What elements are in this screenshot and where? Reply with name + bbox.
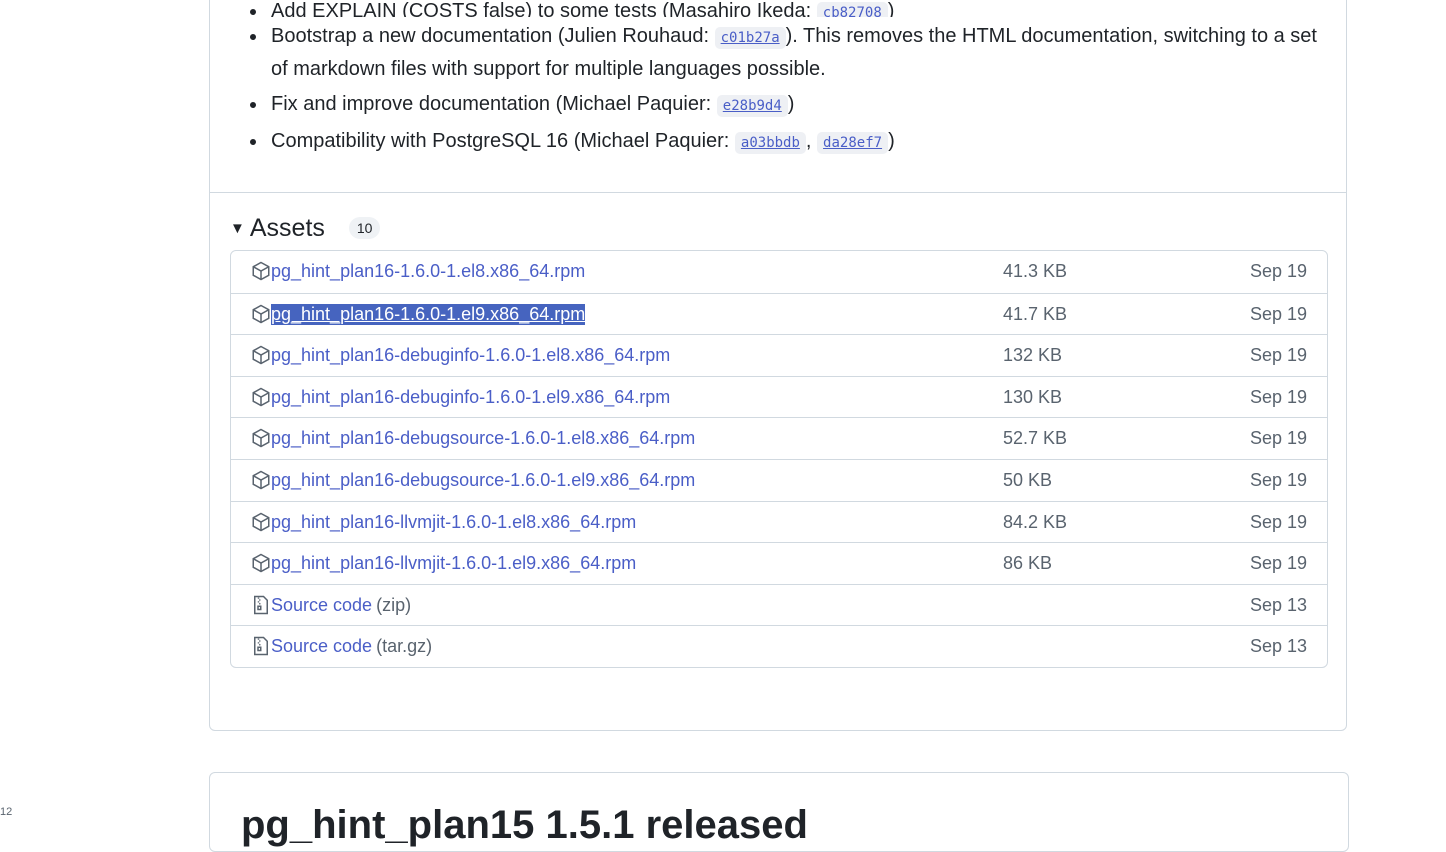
package-icon bbox=[251, 470, 271, 490]
asset-date: Sep 19 bbox=[1249, 386, 1307, 407]
note-text: Bootstrap a new documentation (Julien Ro… bbox=[271, 25, 715, 47]
note-text: ) bbox=[887, 0, 895, 17]
note-text: ) bbox=[888, 130, 895, 152]
asset-row: pg_hint_plan16-debuginfo-1.6.0-1.el9.x86… bbox=[231, 375, 1327, 418]
asset-date: Sep 19 bbox=[1249, 553, 1307, 574]
asset-size: 41.3 KB bbox=[1003, 261, 1068, 281]
asset-row: pg_hint_plan16-1.6.0-1.el9.x86_64.rpm 41.… bbox=[231, 292, 1327, 335]
next-release-title[interactable]: pg_hint_plan15 1.5.1 released bbox=[241, 803, 808, 848]
note-text: Fix and improve documentation (Michael P… bbox=[271, 93, 717, 115]
asset-size: 84.2 KB bbox=[1003, 511, 1068, 532]
release-note-item: Bootstrap a new documentation (Julien Ro… bbox=[250, 21, 1320, 85]
next-release-card: pg_hint_plan15 1.5.1 released bbox=[209, 772, 1349, 852]
asset-name[interactable]: Source code bbox=[271, 636, 372, 656]
asset-name[interactable]: pg_hint_plan16-llvmjit-1.6.0-1.el9.x86_6… bbox=[271, 553, 636, 573]
asset-size: 50 KB bbox=[1003, 469, 1053, 490]
asset-link[interactable]: pg_hint_plan16-1.6.0-1.el8.x86_64.rpm bbox=[271, 261, 585, 282]
commit-sha-link[interactable]: e28b9d4 bbox=[716, 95, 788, 117]
asset-name[interactable]: Source code bbox=[271, 595, 372, 615]
asset-row: Source code (zip) Sep 13 bbox=[231, 583, 1327, 626]
release-note-item: Fix and improve documentation (Michael P… bbox=[250, 89, 1320, 122]
asset-row: pg_hint_plan16-debugsource-1.6.0-1.el9.x… bbox=[231, 458, 1327, 501]
asset-date: Sep 19 bbox=[1249, 428, 1307, 449]
release-notes: Add EXPLAIN (COSTS false) to some tests … bbox=[210, 0, 1346, 193]
asset-name[interactable]: pg_hint_plan16-1.6.0-1.el8.x86_64.rpm bbox=[271, 261, 585, 281]
note-text: Add EXPLAIN (COSTS false) to some tests … bbox=[271, 0, 817, 17]
package-icon bbox=[251, 304, 271, 324]
asset-link[interactable]: pg_hint_plan16-debuginfo-1.6.0-1.el8.x86… bbox=[271, 345, 670, 366]
asset-date: Sep 13 bbox=[1249, 594, 1307, 615]
assets-count-badge: 10 bbox=[348, 217, 381, 239]
release-notes-list: Add EXPLAIN (COSTS false) to some tests … bbox=[250, 0, 1320, 163]
asset-size: 130 KB bbox=[1003, 386, 1063, 407]
asset-size: 41.7 KB bbox=[1003, 303, 1068, 324]
asset-link[interactable]: pg_hint_plan16-debuginfo-1.6.0-1.el9.x86… bbox=[271, 387, 670, 408]
asset-link[interactable]: Source code (tar.gz) bbox=[271, 636, 432, 657]
asset-link[interactable]: pg_hint_plan16-llvmjit-1.6.0-1.el9.x86_6… bbox=[271, 553, 636, 574]
package-icon bbox=[251, 387, 271, 407]
note-text: ) bbox=[787, 93, 795, 115]
asset-size: 52.7 KB bbox=[1003, 428, 1068, 449]
collapse-triangle-icon[interactable]: ▼ bbox=[230, 220, 245, 237]
asset-link[interactable]: pg_hint_plan16-debugsource-1.6.0-1.el8.x… bbox=[271, 428, 695, 449]
release-note-item: Compatibility with PostgreSQL 16 (Michae… bbox=[250, 126, 1320, 159]
asset-link[interactable]: Source code (zip) bbox=[271, 595, 411, 616]
timeline-marker: 12 bbox=[0, 806, 13, 818]
asset-row: pg_hint_plan16-debuginfo-1.6.0-1.el8.x86… bbox=[231, 334, 1327, 376]
file-zip-icon bbox=[251, 595, 271, 615]
asset-size: 86 KB bbox=[1003, 553, 1053, 574]
package-icon bbox=[251, 428, 271, 448]
assets-list: pg_hint_plan16-1.6.0-1.el8.x86_64.rpm 41.… bbox=[230, 250, 1328, 668]
package-icon bbox=[251, 261, 271, 281]
assets-section: ▼ Assets 10 pg_hint_plan16-1.6.0-1.el8.x… bbox=[230, 210, 1328, 668]
package-icon bbox=[251, 512, 271, 532]
commit-sha-link[interactable]: c01b27a bbox=[714, 27, 786, 49]
commit-sha-link[interactable]: a03bbdb bbox=[734, 132, 806, 154]
asset-name[interactable]: pg_hint_plan16-1.6.0-1.el9.x86_64.rpm bbox=[271, 304, 585, 324]
asset-row: pg_hint_plan16-llvmjit-1.6.0-1.el8.x86_6… bbox=[231, 500, 1327, 543]
asset-size: 132 KB bbox=[1003, 345, 1063, 366]
asset-name[interactable]: pg_hint_plan16-debuginfo-1.6.0-1.el9.x86… bbox=[271, 387, 670, 407]
asset-format-suffix[interactable]: (zip) bbox=[376, 595, 411, 615]
asset-date: Sep 19 bbox=[1249, 261, 1307, 281]
note-text: Compatibility with PostgreSQL 16 (Michae… bbox=[271, 130, 735, 152]
asset-link[interactable]: pg_hint_plan16-llvmjit-1.6.0-1.el8.x86_6… bbox=[271, 512, 636, 533]
package-icon bbox=[251, 553, 271, 573]
asset-name[interactable]: pg_hint_plan16-llvmjit-1.6.0-1.el8.x86_6… bbox=[271, 512, 636, 532]
asset-date: Sep 19 bbox=[1249, 303, 1307, 324]
asset-row: pg_hint_plan16-llvmjit-1.6.0-1.el9.x86_6… bbox=[231, 542, 1327, 584]
asset-row: pg_hint_plan16-1.6.0-1.el8.x86_64.rpm 41.… bbox=[231, 251, 1327, 293]
asset-date: Sep 19 bbox=[1249, 511, 1307, 532]
assets-title[interactable]: Assets bbox=[250, 214, 325, 243]
asset-link[interactable]: pg_hint_plan16-1.6.0-1.el9.x86_64.rpm bbox=[271, 303, 586, 325]
commit-sha-link[interactable]: da28ef7 bbox=[817, 132, 889, 154]
asset-name[interactable]: pg_hint_plan16-debuginfo-1.6.0-1.el8.x86… bbox=[271, 345, 670, 365]
asset-row: pg_hint_plan16-debugsource-1.6.0-1.el8.x… bbox=[231, 417, 1327, 459]
file-zip-icon bbox=[251, 636, 271, 656]
release-card: Add EXPLAIN (COSTS false) to some tests … bbox=[209, 0, 1347, 731]
commit-sha-link[interactable]: cb82708 bbox=[816, 2, 888, 17]
asset-date: Sep 13 bbox=[1249, 636, 1307, 657]
asset-format-suffix[interactable]: (tar.gz) bbox=[376, 636, 432, 656]
assets-header[interactable]: ▼ Assets 10 bbox=[230, 210, 1328, 246]
asset-date: Sep 19 bbox=[1249, 345, 1307, 366]
asset-date: Sep 19 bbox=[1249, 469, 1307, 490]
release-note-item: Add EXPLAIN (COSTS false) to some tests … bbox=[250, 0, 1320, 17]
asset-row: Source code (tar.gz) Sep 13 bbox=[231, 625, 1327, 667]
asset-name[interactable]: pg_hint_plan16-debugsource-1.6.0-1.el9.x… bbox=[271, 470, 695, 490]
asset-name[interactable]: pg_hint_plan16-debugsource-1.6.0-1.el8.x… bbox=[271, 428, 695, 448]
package-icon bbox=[251, 345, 271, 365]
asset-link[interactable]: pg_hint_plan16-debugsource-1.6.0-1.el9.x… bbox=[271, 470, 695, 491]
